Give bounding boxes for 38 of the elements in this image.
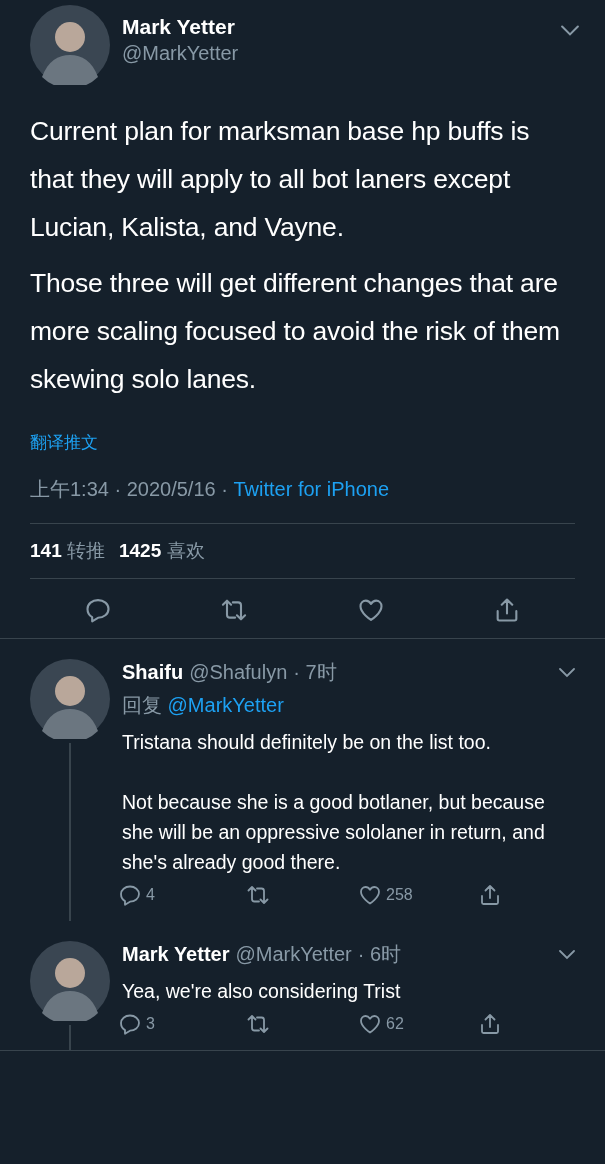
reply-author[interactable]: Mark Yetter [122,943,230,966]
author-name[interactable]: Mark Yetter [122,15,549,39]
stat-count[interactable]: 141 转推 [30,538,105,564]
heart-icon[interactable] [358,1012,382,1036]
action-count: 4 [146,886,155,904]
action-count: 3 [146,1015,155,1033]
retweet-icon[interactable] [246,883,270,907]
author-handle[interactable]: @MarkYetter [122,42,549,65]
action-count: 62 [386,1015,404,1033]
heart-icon[interactable] [358,883,382,907]
reply-text: Tristana should definitely be on the list too. [122,730,492,755]
tweet-text: Current plan for marksman base hp buffs is that they will apply to all bot laners except Lucian, Kalista, and Vayne. [30,115,531,244]
reply-time: · 7时 [293,660,337,685]
reply-text: Not because she is a good botlaner, but because she will be an oppressive sololaner in return, and she's already good there. [122,790,546,875]
avatar[interactable] [30,941,110,1021]
reply-handle[interactable]: @Shafulyn [189,661,288,684]
chevron-icon[interactable] [559,667,575,678]
comment-icon[interactable] [118,1012,142,1036]
reply-time: · 6时 [357,942,402,967]
mention-link[interactable]: @MarkYetter [167,694,284,716]
reply-text: Yea, we're also considering Trist [122,979,402,1004]
avatar[interactable] [30,659,110,739]
comment-icon[interactable] [118,883,142,907]
avatar[interactable] [30,5,110,85]
share-icon[interactable] [478,1012,502,1036]
translate-link[interactable]: 翻译推文 [30,431,98,454]
reply-author[interactable]: Shaifu [122,661,184,684]
share-icon[interactable] [478,883,502,907]
timestamp: 上午1:34 · 2020/5/16 · [30,478,229,500]
tweet-text: Those three will get different changes that are more scaling focused to avoid the risk of them skewing solo lanes. [30,267,561,396]
action-count: 258 [386,886,413,904]
replying-to-label: 回复 [122,694,163,716]
chevron-icon[interactable] [559,949,575,960]
chevron-icon[interactable] [561,25,579,37]
retweet-icon[interactable] [246,1012,270,1036]
stat-count[interactable]: 1425 喜欢 [119,538,205,564]
reply-handle[interactable]: @MarkYetter [235,943,352,966]
source-link[interactable]: Twitter for iPhone [233,478,390,500]
